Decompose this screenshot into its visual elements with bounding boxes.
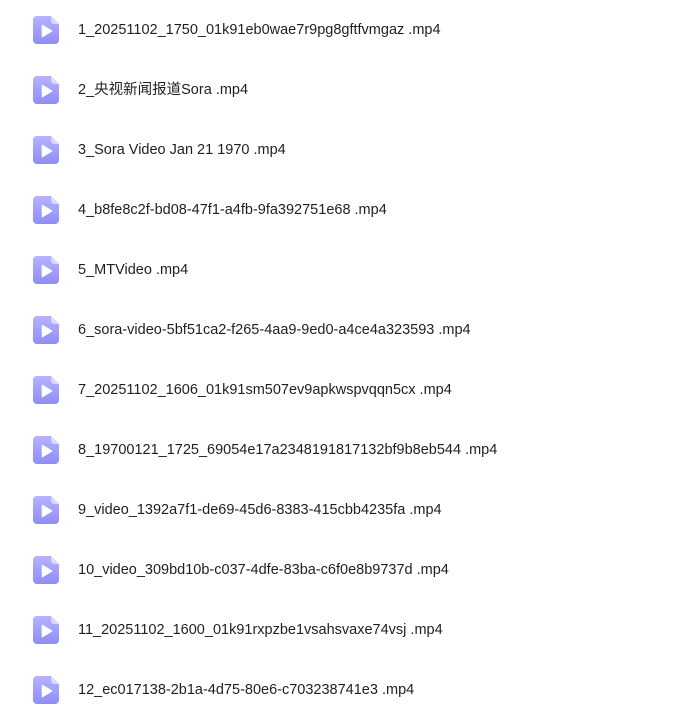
video-file-icon (33, 376, 59, 404)
video-file-icon (33, 16, 59, 44)
file-row[interactable]: 12_ec017138-2b1a-4d75-80e6-c703238741e3 … (0, 660, 700, 720)
file-name: 11_20251102_1600_01k91rxpzbe1vsahsvaxe74… (78, 622, 443, 638)
video-file-icon (33, 136, 59, 164)
file-row[interactable]: 9_video_1392a7f1-de69-45d6-8383-415cbb42… (0, 480, 700, 540)
file-row[interactable]: 4_b8fe8c2f-bd08-47f1-a4fb-9fa392751e68 .… (0, 180, 700, 240)
file-row[interactable]: 2_央视新闻报道Sora .mp4 (0, 60, 700, 120)
video-file-icon (33, 196, 59, 224)
file-row[interactable]: 7_20251102_1606_01k91sm507ev9apkwspvqqn5… (0, 360, 700, 420)
file-name: 10_video_309bd10b-c037-4dfe-83ba-c6f0e8b… (78, 562, 449, 578)
file-name: 3_Sora Video Jan 21 1970 .mp4 (78, 142, 286, 158)
video-file-icon (33, 256, 59, 284)
file-name: 1_20251102_1750_01k91eb0wae7r9pg8gftfvmg… (78, 22, 441, 38)
file-name: 2_央视新闻报道Sora .mp4 (78, 82, 249, 98)
video-file-icon (33, 496, 59, 524)
file-name: 5_MTVideo .mp4 (78, 262, 189, 278)
file-row[interactable]: 1_20251102_1750_01k91eb0wae7r9pg8gftfvmg… (0, 0, 700, 60)
file-row[interactable]: 6_sora-video-5bf51ca2-f265-4aa9-9ed0-a4c… (0, 300, 700, 360)
file-row[interactable]: 5_MTVideo .mp4 (0, 240, 700, 300)
file-name: 9_video_1392a7f1-de69-45d6-8383-415cbb42… (78, 502, 442, 518)
video-file-icon (33, 436, 59, 464)
video-file-icon (33, 76, 59, 104)
file-name: 8_19700121_1725_69054e17a2348191817132bf… (78, 442, 498, 458)
file-name: 4_b8fe8c2f-bd08-47f1-a4fb-9fa392751e68 .… (78, 202, 387, 218)
file-row[interactable]: 8_19700121_1725_69054e17a2348191817132bf… (0, 420, 700, 480)
file-name: 12_ec017138-2b1a-4d75-80e6-c703238741e3 … (78, 682, 415, 698)
file-row[interactable]: 11_20251102_1600_01k91rxpzbe1vsahsvaxe74… (0, 600, 700, 660)
file-row[interactable]: 10_video_309bd10b-c037-4dfe-83ba-c6f0e8b… (0, 540, 700, 600)
video-file-icon (33, 616, 59, 644)
file-name: 7_20251102_1606_01k91sm507ev9apkwspvqqn5… (78, 382, 452, 398)
video-file-icon (33, 556, 59, 584)
file-row[interactable]: 3_Sora Video Jan 21 1970 .mp4 (0, 120, 700, 180)
file-name: 6_sora-video-5bf51ca2-f265-4aa9-9ed0-a4c… (78, 322, 471, 338)
video-file-icon (33, 316, 59, 344)
video-file-icon (33, 676, 59, 704)
